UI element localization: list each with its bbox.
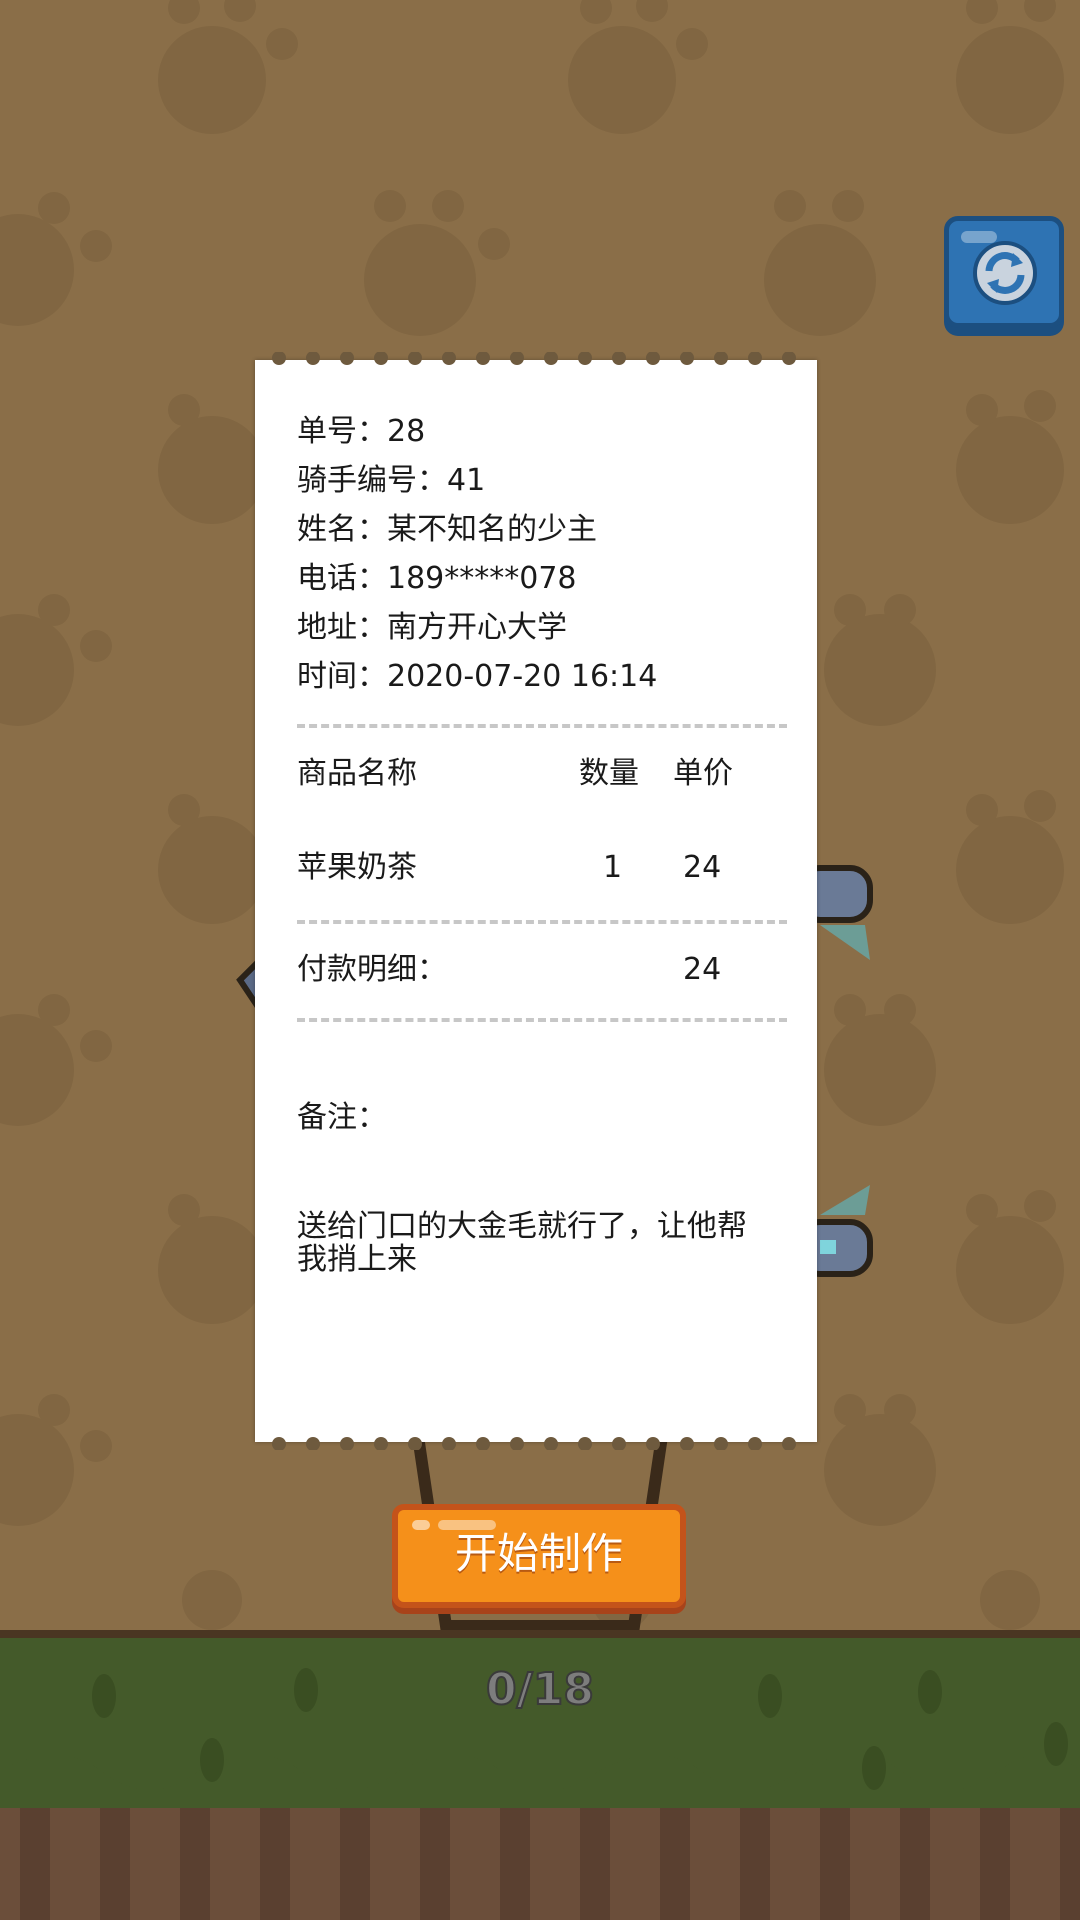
payment-total: 24 <box>683 952 722 987</box>
header-quantity: 数量 <box>579 756 639 791</box>
progress-counter: 0/18 <box>485 1663 595 1716</box>
button-glint <box>412 1520 430 1530</box>
refresh-button[interactable] <box>944 216 1064 328</box>
customer-address: 地址：南方开心大学 <box>297 610 567 645</box>
order-receipt: 单号：28 骑手编号：41 姓名：某不知名的少主 电话：189*****078 … <box>255 352 817 1450</box>
order-time: 时间：2020-07-20 16:14 <box>297 659 658 694</box>
divider <box>297 920 787 924</box>
divider <box>297 1018 787 1022</box>
header-product-name: 商品名称 <box>297 756 417 791</box>
customer-name: 姓名：某不知名的少主 <box>297 512 597 547</box>
start-making-label: 开始制作 <box>454 1529 623 1578</box>
receipt-top-edge <box>272 352 796 365</box>
refresh-icon <box>973 241 1037 305</box>
item-unit-price: 24 <box>683 850 722 885</box>
order-number: 单号：28 <box>297 414 426 449</box>
note-label: 备注： <box>297 1100 387 1135</box>
receipt-bottom-edge <box>272 1437 796 1450</box>
customer-phone: 电话：189*****078 <box>297 561 577 596</box>
divider <box>297 724 787 728</box>
button-glint <box>438 1520 496 1530</box>
item-product-name: 苹果奶茶 <box>297 850 417 885</box>
payment-label: 付款明细： <box>297 952 447 987</box>
rider-number: 骑手编号：41 <box>297 463 486 498</box>
start-making-button[interactable]: 开始制作 <box>392 1504 686 1608</box>
note-text: 送给门口的大金毛就行了，让他帮我捎上来 <box>297 1209 747 1277</box>
header-unit-price: 单价 <box>673 756 733 791</box>
item-quantity: 1 <box>603 850 623 885</box>
